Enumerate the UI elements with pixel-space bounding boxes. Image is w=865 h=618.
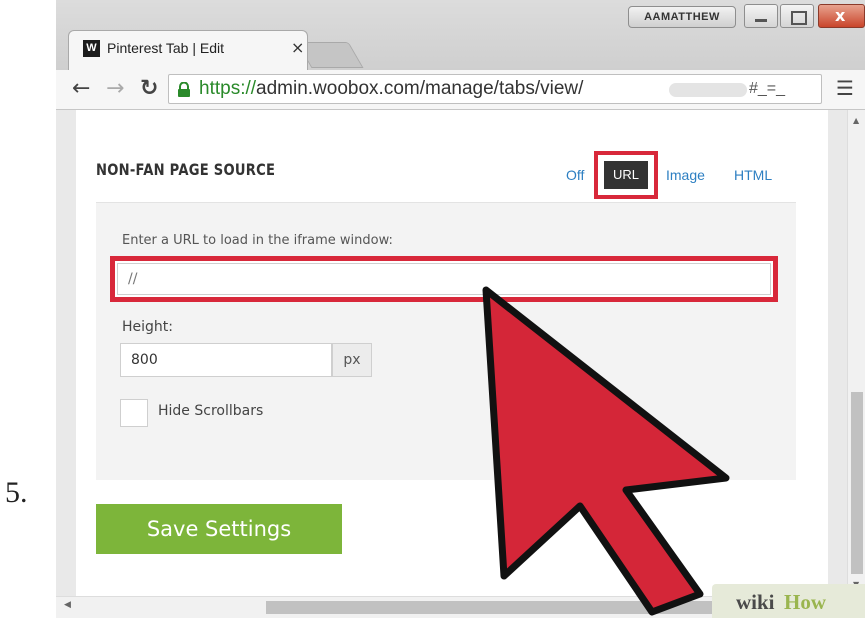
title-bar: W Pinterest Tab | Edit × AAMATTHEW x: [56, 0, 865, 70]
hide-scrollbars-checkbox[interactable]: [120, 399, 148, 427]
source-tab-image[interactable]: Image: [666, 167, 705, 183]
url-settings-panel: Enter a URL to load in the iframe window…: [96, 202, 796, 480]
window-close-icon: x: [835, 6, 846, 25]
hide-scrollbars-label: Hide Scrollbars: [158, 403, 264, 419]
url-redacted: [669, 83, 747, 97]
reload-icon[interactable]: ↻: [140, 76, 158, 102]
height-unit: px: [332, 343, 372, 377]
woobox-favicon-icon: W: [83, 40, 100, 57]
height-label: Height:: [122, 319, 173, 335]
source-tab-url[interactable]: URL: [604, 161, 648, 189]
watermark-wiki: wiki: [736, 590, 775, 614]
lock-icon: [178, 82, 190, 97]
browser-window: W Pinterest Tab | Edit × AAMATTHEW x ← →…: [56, 0, 865, 618]
tab-title: Pinterest Tab | Edit: [107, 40, 224, 56]
browser-toolbar: ← → ↻ https://admin.woobox.com/manage/ta…: [56, 70, 865, 110]
back-arrow-icon[interactable]: ←: [72, 76, 90, 102]
source-tab-off[interactable]: Off: [566, 167, 584, 183]
url-text: https://admin.woobox.com/manage/tabs/vie…: [199, 78, 583, 100]
iframe-url-input[interactable]: [117, 263, 771, 295]
menu-icon[interactable]: ☰: [836, 76, 854, 100]
profile-badge[interactable]: AAMATTHEW: [628, 6, 736, 28]
address-bar[interactable]: https://admin.woobox.com/manage/tabs/vie…: [168, 74, 822, 104]
horizontal-scroll-thumb[interactable]: [266, 601, 786, 614]
settings-card: NON-FAN PAGE SOURCE Off URL Image HTML E…: [76, 110, 828, 596]
wikihow-watermark: wiki How: [712, 584, 865, 618]
url-field-highlight: [110, 256, 778, 302]
save-settings-button[interactable]: Save Settings: [96, 504, 342, 554]
url-scheme: https://: [199, 78, 257, 99]
scroll-up-icon[interactable]: ▲: [853, 116, 859, 125]
forward-arrow-icon[interactable]: →: [106, 76, 124, 102]
page-viewport: NON-FAN PAGE SOURCE Off URL Image HTML E…: [56, 110, 847, 596]
height-input[interactable]: [120, 343, 332, 377]
url-field-label: Enter a URL to load in the iframe window…: [122, 233, 393, 248]
url-hash: #_=_: [749, 80, 786, 97]
section-title: NON-FAN PAGE SOURCE: [96, 160, 276, 179]
source-tab-html[interactable]: HTML: [734, 167, 772, 183]
window-close-button[interactable]: x: [818, 4, 865, 28]
minimize-button[interactable]: [744, 4, 778, 28]
watermark-how: How: [784, 590, 826, 614]
maximize-button[interactable]: [780, 4, 814, 28]
source-tab-url-highlight: URL: [594, 151, 658, 199]
tab-close-icon[interactable]: ×: [291, 38, 304, 57]
browser-tab[interactable]: W Pinterest Tab | Edit ×: [68, 30, 308, 70]
step-number: 5.: [5, 476, 28, 509]
vertical-scroll-thumb[interactable]: [851, 392, 863, 574]
url-path: admin.woobox.com/manage/tabs/view/: [256, 78, 584, 99]
scroll-left-icon[interactable]: ◀: [64, 600, 71, 610]
vertical-scrollbar[interactable]: ▲ ▼: [847, 110, 865, 596]
